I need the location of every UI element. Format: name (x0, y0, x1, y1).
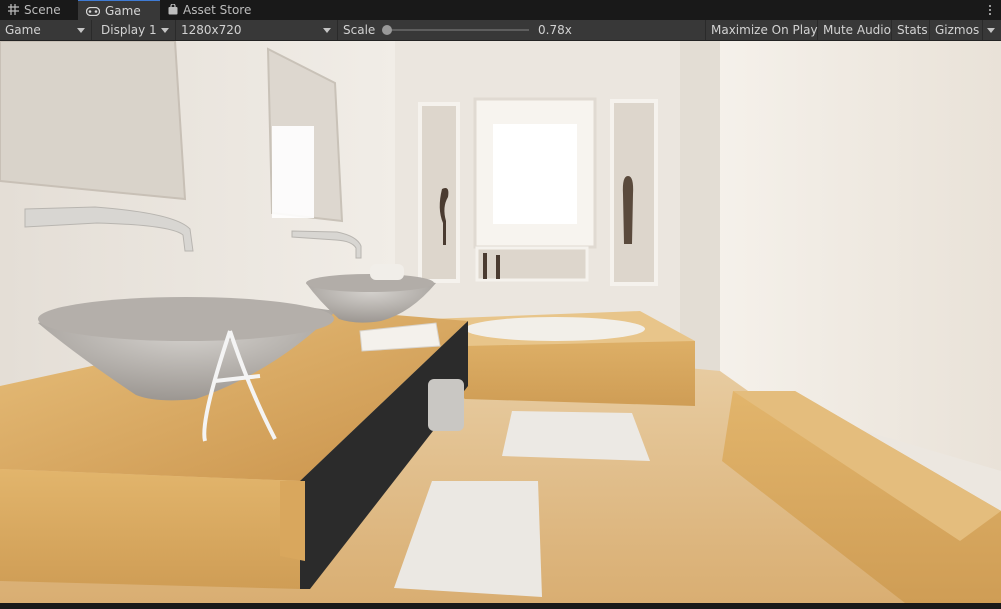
tab-asset-store-label: Asset Store (183, 3, 252, 17)
viewport-bottom-border (0, 603, 1001, 609)
more-options-icon[interactable] (985, 2, 995, 18)
tab-scene-label: Scene (24, 3, 61, 17)
game-view-toolbar: Game Display 1 1280x720 Scale 0.78x Maxi… (0, 20, 1001, 41)
display-dropdown[interactable]: Display 1 (96, 20, 176, 40)
resolution-dropdown[interactable]: 1280x720 (176, 20, 338, 40)
tab-asset-store[interactable]: Asset Store (160, 0, 276, 20)
scale-control: Scale 0.78x (338, 20, 706, 40)
display-value: Display 1 (101, 23, 157, 37)
maximize-on-play-label: Maximize On Play (711, 23, 818, 37)
tab-game[interactable]: Game (78, 0, 160, 20)
gamepad-icon (85, 2, 101, 22)
stats-toggle[interactable]: Stats (892, 20, 930, 40)
scale-slider-track[interactable] (383, 29, 529, 31)
maximize-on-play-toggle[interactable]: Maximize On Play (706, 20, 818, 40)
mute-audio-label: Mute Audio (823, 23, 891, 37)
bathroom-scene-render (0, 41, 1001, 603)
gizmos-label: Gizmos (935, 23, 980, 37)
view-mode-value: Game (5, 23, 41, 37)
game-viewport[interactable] (0, 41, 1001, 603)
view-mode-dropdown[interactable]: Game (0, 20, 92, 40)
gizmos-dropdown-arrow[interactable] (982, 20, 1001, 40)
shopping-bag-icon (168, 1, 178, 21)
grid-icon (8, 1, 19, 21)
tab-game-label: Game (105, 4, 141, 18)
scale-value: 0.78x (538, 23, 572, 37)
stats-label: Stats (897, 23, 928, 37)
scale-label: Scale (343, 23, 376, 37)
scale-slider-thumb[interactable] (382, 25, 393, 35)
mute-audio-toggle[interactable]: Mute Audio (818, 20, 892, 40)
editor-tab-bar: Scene Game Asset Store (0, 0, 1001, 21)
gizmos-toggle[interactable]: Gizmos (930, 20, 982, 40)
resolution-value: 1280x720 (181, 23, 242, 37)
